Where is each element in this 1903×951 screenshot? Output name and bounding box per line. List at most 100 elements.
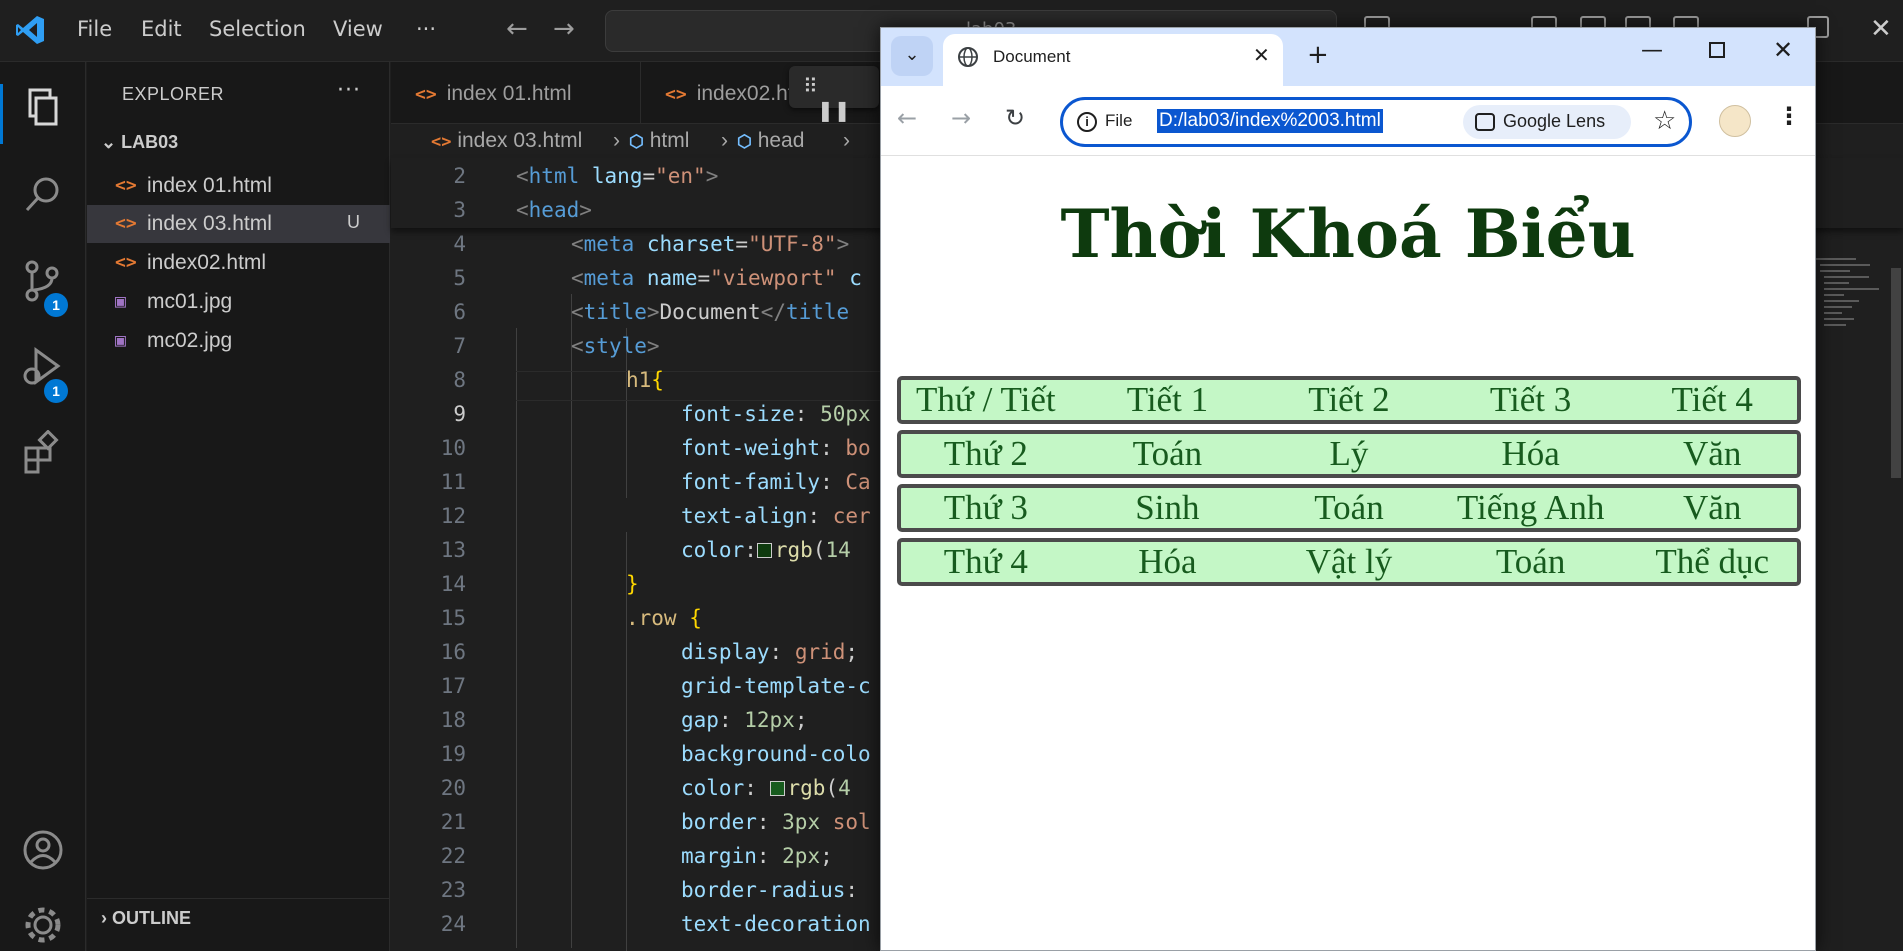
code-line: .row { (626, 606, 702, 630)
file-item-selected[interactable]: <> index 03.html U (87, 205, 390, 243)
code-line: <style> (571, 334, 660, 358)
google-lens-label: Google Lens (1503, 111, 1606, 131)
maximize-icon[interactable] (1709, 42, 1725, 58)
browser-toolbar: ← → ↻ i File D:/lab03/index%2003.html Go… (881, 86, 1815, 156)
menu-view[interactable]: View (333, 17, 383, 41)
search-icon[interactable] (20, 172, 66, 218)
color-swatch[interactable] (756, 543, 772, 558)
file-name: mc01.jpg (147, 290, 233, 313)
timetable-cell: Thể dục (1655, 542, 1770, 581)
code-line: border: 3px sol (681, 810, 871, 834)
drag-handle-icon[interactable]: ⠿ (803, 74, 818, 98)
profile-avatar[interactable] (1719, 105, 1751, 137)
code-line: <html lang="en"> (516, 164, 719, 188)
line-number: 3 (453, 198, 466, 222)
code-line: <head> (516, 198, 592, 222)
run-debug-badge: 1 (44, 379, 68, 403)
breadcrumb-file[interactable]: <> index 03.html (431, 129, 582, 153)
line-number: 4 (453, 232, 466, 256)
sidebar-more-button[interactable]: ··· (337, 78, 361, 103)
timetable-cell: Vật lý (1305, 542, 1393, 581)
back-icon[interactable]: ← (897, 104, 917, 132)
tab-label: index 01.html (446, 82, 572, 105)
browser-menu-icon[interactable]: ⋮ (1777, 102, 1801, 130)
line-number: 13 (440, 538, 466, 562)
line-number: 15 (440, 606, 466, 630)
close-tab-icon[interactable]: ✕ (1253, 43, 1270, 67)
line-number-current: 9 (453, 402, 466, 426)
timetable-row: Thứ 3 Sinh Toán Tiếng Anh Văn (897, 484, 1801, 532)
new-tab-icon[interactable]: + (1307, 40, 1329, 70)
tab-search-chevron-icon[interactable]: ⌄ (891, 36, 933, 76)
line-number: 5 (453, 266, 466, 290)
tab-index-01[interactable]: <> index 01.html (391, 62, 641, 124)
breadcrumb-html[interactable]: ⬡ html (629, 129, 689, 153)
debug-toolbar[interactable]: ⠿ ❚❚ (789, 66, 879, 122)
file-item[interactable]: <> index02.html (87, 244, 390, 282)
forward-arrow-icon[interactable]: → (553, 14, 575, 44)
line-number: 6 (453, 300, 466, 324)
reload-icon[interactable]: ↻ (1005, 104, 1025, 132)
code-line: grid-template-c (681, 674, 871, 698)
browser-tab-strip: ⌄ Document ✕ + — ✕ (881, 28, 1815, 86)
url-text-selected[interactable]: D:/lab03/index%2003.html (1157, 109, 1383, 133)
google-lens-button[interactable]: Google Lens (1463, 105, 1631, 139)
minimap[interactable] (1816, 258, 1886, 458)
close-window-icon[interactable]: ✕ (1773, 36, 1793, 64)
menu-edit[interactable]: Edit (141, 17, 182, 41)
menu-more[interactable]: ··· (416, 17, 436, 41)
file-item[interactable]: ▣ mc02.jpg (87, 322, 390, 360)
vscode-logo-icon (16, 16, 44, 44)
timetable-row: Thứ 2 Toán Lý Hóa Văn (897, 430, 1801, 478)
code-line: font-size: 50px (681, 402, 871, 426)
bookmark-star-icon[interactable]: ☆ (1653, 106, 1676, 136)
file-item[interactable]: <> index 01.html (87, 167, 390, 205)
timetable-cell: Văn (1683, 434, 1742, 473)
code-line: h1{ (626, 368, 664, 392)
code-line: background-colo (681, 742, 871, 766)
color-swatch[interactable] (769, 781, 785, 796)
browser-window: ⌄ Document ✕ + — ✕ ← → ↻ i File D:/lab03… (880, 27, 1816, 951)
forward-icon[interactable]: → (951, 104, 971, 132)
file-name: index 03.html (147, 212, 272, 235)
site-info-icon[interactable]: i (1077, 112, 1097, 132)
minimize-icon[interactable]: — (1641, 38, 1663, 63)
chevron-right-icon: › (101, 908, 107, 928)
breadcrumb-label: html (649, 129, 690, 152)
timetable-cell: Toán (1132, 434, 1203, 473)
outline-label: OUTLINE (112, 908, 192, 928)
timetable-cell: Thứ 2 (943, 434, 1028, 473)
accounts-icon[interactable] (20, 827, 66, 873)
line-number: 23 (440, 878, 466, 902)
explorer-icon[interactable] (20, 84, 66, 130)
timetable-cell: Thứ 4 (943, 542, 1028, 581)
code-line: } (626, 572, 639, 596)
line-number: 19 (440, 742, 466, 766)
breadcrumb-head[interactable]: ⬡ head (737, 129, 804, 153)
settings-gear-icon[interactable] (20, 902, 66, 948)
explorer-sidebar: EXPLORER ··· ⌄ LAB03 <> index 01.html <>… (87, 62, 390, 951)
extensions-icon[interactable] (20, 429, 66, 476)
timetable-cell: Tiết 2 (1308, 380, 1390, 419)
window-close-icon[interactable]: ✕ (1870, 14, 1892, 44)
browser-tab[interactable]: Document ✕ (943, 34, 1283, 86)
chevron-down-icon: ⌄ (101, 132, 117, 152)
folder-lab03[interactable]: ⌄ LAB03 (101, 132, 178, 153)
menu-file[interactable]: File (77, 17, 112, 41)
pause-icon[interactable]: ❚❚ (817, 98, 851, 122)
code-line: text-decoration (681, 912, 871, 936)
timetable-cell: Hóa (1501, 434, 1560, 473)
menu-selection[interactable]: Selection (209, 17, 306, 41)
line-number: 18 (440, 708, 466, 732)
html-file-icon: <> (115, 175, 137, 196)
code-line: <title>Document</title (571, 300, 850, 324)
address-bar[interactable]: i File D:/lab03/index%2003.html Google L… (1060, 97, 1692, 147)
back-arrow-icon[interactable]: ← (506, 14, 528, 44)
vertical-scrollbar[interactable] (1891, 268, 1901, 478)
code-line: display: grid; (681, 640, 859, 664)
outline-section[interactable]: › OUTLINE (101, 908, 191, 929)
element-cube-icon: ⬡ (629, 132, 644, 152)
line-number: 14 (440, 572, 466, 596)
timetable-header-row: Thứ / Tiết Tiết 1 Tiết 2 Tiết 3 Tiết 4 (897, 376, 1801, 424)
file-item[interactable]: ▣ mc01.jpg (87, 283, 390, 321)
